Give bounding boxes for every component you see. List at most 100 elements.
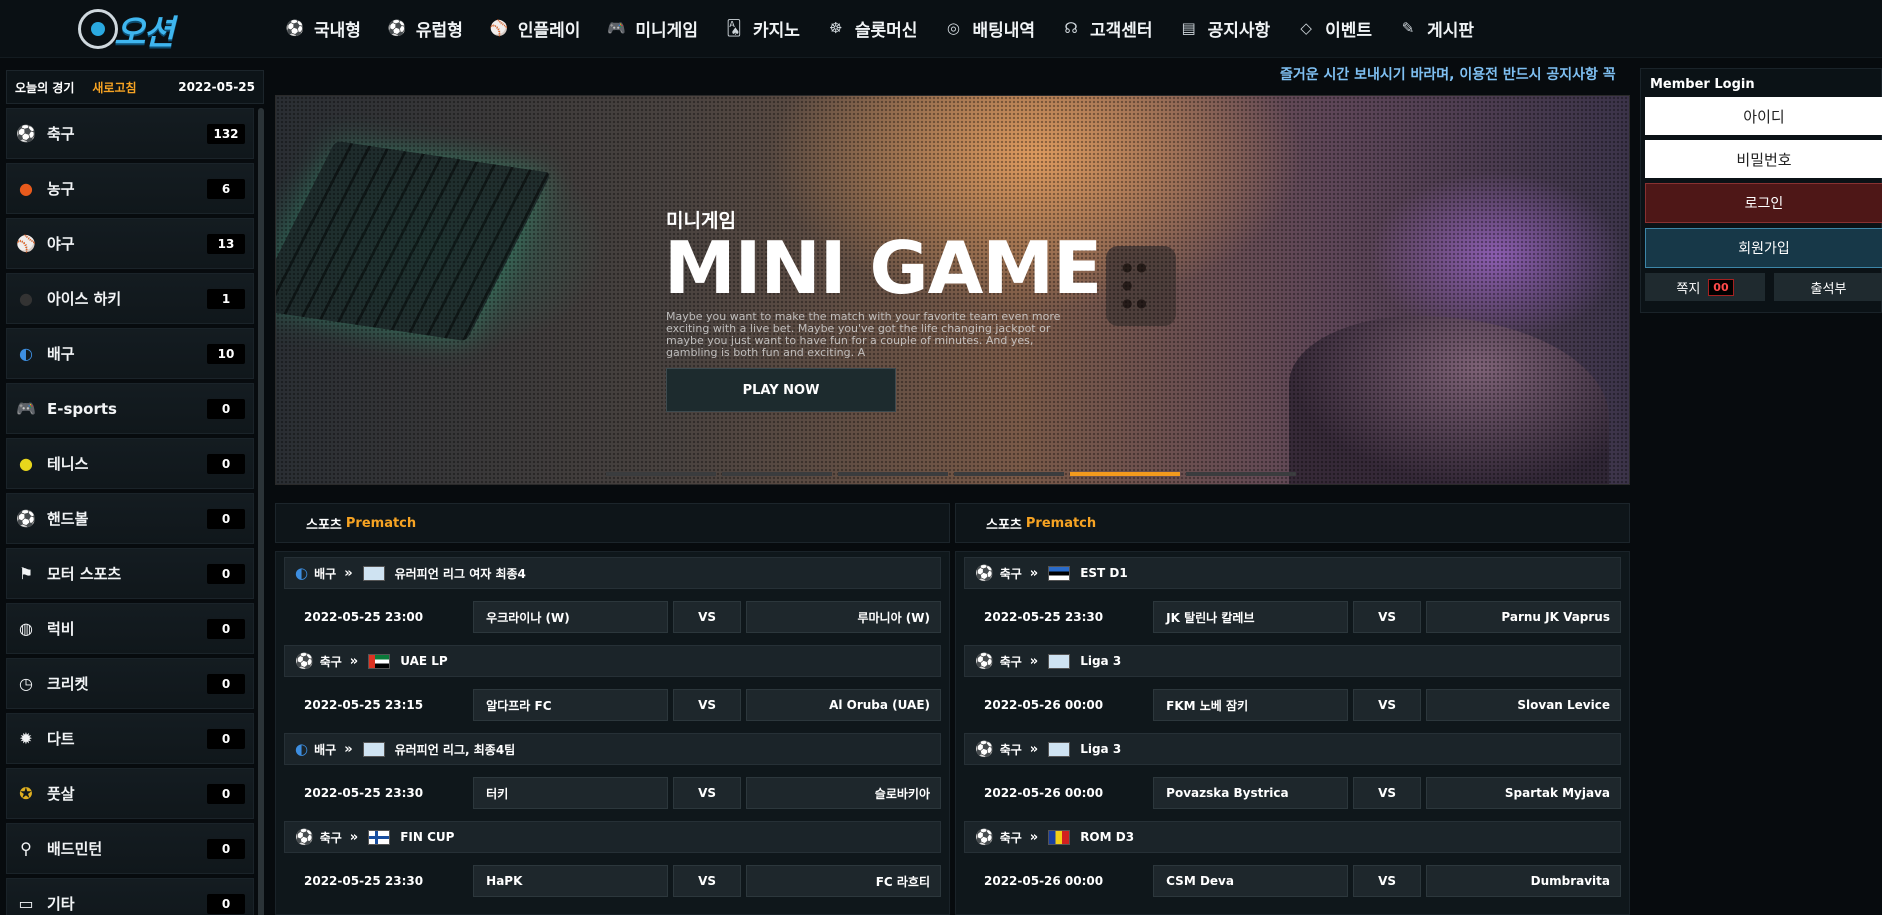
nav-item-10[interactable]: ✎ 게시판 — [1398, 16, 1474, 41]
match-time: 2022-05-26 00:00 — [984, 698, 1104, 712]
away-team-button[interactable]: Spartak Myjava — [1425, 777, 1621, 809]
sidebar-item-6[interactable]: ● 테니스 0 — [6, 438, 254, 489]
away-team-button[interactable]: Dumbravita — [1425, 865, 1621, 897]
nav-item-6[interactable]: ◎ 배팅내역 — [943, 16, 1035, 41]
home-team-button[interactable]: FKM 노베 잠키 — [1153, 689, 1349, 721]
sport-list: ⚽ 축구 132 ● 농구 6 ⚾ 야구 13 ● 아이스 하키 1 ◐ 배구 10 🎮 E-sports 0 ● 테… — [6, 108, 264, 915]
sidebar-item-10[interactable]: ◷ 크리켓 0 — [6, 658, 254, 709]
nav-label: 유럽형 — [415, 20, 463, 41]
join-button[interactable]: 회원가입 — [1645, 228, 1882, 268]
sidebar-item-14[interactable]: ▭ 기타 0 — [6, 878, 254, 915]
sidebar-item-11[interactable]: ✹ 다트 0 — [6, 713, 254, 764]
attendance-button[interactable]: 출석부 — [1774, 273, 1882, 301]
other-icon: ▭ — [18, 894, 34, 913]
sidebar-item-3[interactable]: ● 아이스 하키 1 — [6, 273, 254, 324]
top-header: 오션 ⚽ 국내형 ⚽ 유럽형 ⚾ 인플레이 🎮 미니게임 🂡 카지노 ☸ 슬롯머신 ◎ 배팅내역 ☊ 고객센터… — [0, 0, 1882, 58]
sidebar-scrollbar[interactable] — [258, 108, 264, 915]
double-chevron-icon: » — [1029, 829, 1039, 845]
banner-dot-1[interactable] — [722, 472, 832, 476]
site-logo[interactable]: 오션 — [78, 6, 198, 53]
match-row: 2022-05-25 23:30 JK 탈린나 칼레브 VS Parnu JK Vap… — [964, 589, 1621, 645]
away-team-button[interactable]: 슬로바키아 — [745, 777, 941, 809]
refresh-link[interactable]: 새로고침 — [92, 79, 136, 96]
home-team-button[interactable]: 우크라이나 (W) — [473, 601, 669, 633]
league-sport: 축구 — [319, 654, 342, 669]
sidebar-item-9[interactable]: ◍ 럭비 0 — [6, 603, 254, 654]
sidebar-item-5[interactable]: 🎮 E-sports 0 — [6, 383, 254, 434]
keyboard-illustration — [276, 140, 552, 342]
sidebar-item-count: 1 — [207, 288, 245, 309]
vs-button[interactable]: VS — [1353, 601, 1421, 633]
sidebar-item-count: 10 — [207, 343, 245, 364]
vs-button[interactable]: VS — [1353, 689, 1421, 721]
logo-text: 오션 — [114, 12, 175, 53]
banner-dot-3[interactable] — [954, 472, 1064, 476]
vs-button[interactable]: VS — [673, 777, 741, 809]
nav-item-2[interactable]: ⚾ 인플레이 — [489, 16, 581, 41]
away-team-button[interactable]: FC 라흐티 — [745, 865, 941, 897]
nav-item-7[interactable]: ☊ 고객센터 — [1061, 16, 1152, 41]
nav-item-5[interactable]: ☸ 슬롯머신 — [826, 16, 917, 41]
nav-item-1[interactable]: ⚽ 유럽형 — [387, 16, 463, 41]
tennis-ball-icon: ● — [19, 454, 33, 473]
home-team-button[interactable]: 터키 — [473, 777, 669, 809]
banner-dot-2[interactable] — [838, 472, 948, 476]
message-button[interactable]: 쪽지 00 — [1645, 273, 1765, 301]
nav-item-9[interactable]: ◇ 이벤트 — [1296, 16, 1372, 41]
sidebar-item-13[interactable]: ⚲ 배드민턴 0 — [6, 823, 254, 874]
password-field[interactable]: 비밀번호 — [1645, 140, 1882, 178]
login-button[interactable]: 로그인 — [1645, 183, 1882, 223]
away-team-button[interactable]: Parnu JK Vaprus — [1425, 601, 1621, 633]
vs-button[interactable]: VS — [673, 601, 741, 633]
soccer-ball-icon: ⚽ — [295, 828, 314, 846]
home-team-button[interactable]: HaPK — [473, 865, 669, 897]
banner-dot-4[interactable] — [1070, 472, 1180, 476]
soccer-ball-icon: ⚽ — [387, 19, 407, 37]
today-matches-sidebar: 오늘의 경기 새로고침 2022-05-25 ⚽ 축구 132 ● 농구 6 ⚾ 야구 13 ● 아… — [6, 70, 264, 915]
nav-label: 카지노 — [752, 20, 800, 41]
sidebar-item-7[interactable]: ⚽ 핸드볼 0 — [6, 493, 254, 544]
home-team-button[interactable]: 알다프라 FC — [473, 689, 669, 721]
sidebar-item-count: 0 — [207, 728, 245, 749]
banner-dot-0[interactable] — [606, 472, 716, 476]
sidebar-item-4[interactable]: ◐ 배구 10 — [6, 328, 254, 379]
nav-item-8[interactable]: ▤ 공지사항 — [1179, 16, 1270, 41]
sidebar-item-count: 0 — [207, 453, 245, 474]
user-id-field[interactable]: 아이디 — [1645, 97, 1882, 135]
sidebar-item-2[interactable]: ⚾ 야구 13 — [6, 218, 254, 269]
vs-button[interactable]: VS — [673, 689, 741, 721]
sidebar-item-label: 축구 — [47, 125, 75, 143]
home-team-button[interactable]: JK 탈린나 칼레브 — [1153, 601, 1349, 633]
vs-button[interactable]: VS — [1353, 777, 1421, 809]
nav-item-3[interactable]: 🎮 미니게임 — [606, 16, 698, 41]
sidebar-item-count: 0 — [207, 838, 245, 859]
vs-button[interactable]: VS — [1353, 865, 1421, 897]
login-title: Member Login — [1650, 77, 1755, 92]
league-name: FIN CUP — [400, 830, 455, 844]
main-nav: ⚽ 국내형 ⚽ 유럽형 ⚾ 인플레이 🎮 미니게임 🂡 카지노 ☸ 슬롯머신 ◎ 배팅내역 ☊ 고객센터 ▤ 공지… — [285, 0, 1500, 56]
play-now-button[interactable]: PLAY NOW — [666, 368, 896, 412]
baseball-icon: ⚾ — [16, 234, 36, 253]
sidebar-item-0[interactable]: ⚽ 축구 132 — [6, 108, 254, 159]
sidebar-date: 2022-05-25 — [178, 80, 255, 94]
nav-item-4[interactable]: 🂡 카지노 — [724, 16, 800, 41]
sidebar-item-12[interactable]: ✪ 풋살 0 — [6, 768, 254, 819]
double-chevron-icon: » — [1029, 565, 1039, 581]
sidebar-item-1[interactable]: ● 농구 6 — [6, 163, 254, 214]
flag-icon — [362, 741, 385, 757]
soccer-ball-icon: ⚽ — [975, 564, 994, 582]
nav-item-0[interactable]: ⚽ 국내형 — [285, 16, 361, 41]
edit-icon: ✎ — [1401, 19, 1415, 37]
double-chevron-icon: » — [344, 741, 353, 757]
vs-button[interactable]: VS — [673, 865, 741, 897]
banner-dot-5[interactable] — [1186, 472, 1296, 476]
sidebar-item-8[interactable]: ⚑ 모터 스포츠 0 — [6, 548, 254, 599]
cricket-icon: ◷ — [19, 674, 33, 693]
away-team-button[interactable]: Al Oruba (UAE) — [745, 689, 941, 721]
away-team-button[interactable]: 루마니아 (W) — [745, 601, 941, 633]
home-team-button[interactable]: CSM Deva — [1153, 865, 1349, 897]
sidebar-item-count: 132 — [207, 123, 245, 144]
ship-wheel-icon — [78, 9, 118, 49]
home-team-button[interactable]: Povazska Bystrica — [1153, 777, 1349, 809]
away-team-button[interactable]: Slovan Levice — [1425, 689, 1621, 721]
